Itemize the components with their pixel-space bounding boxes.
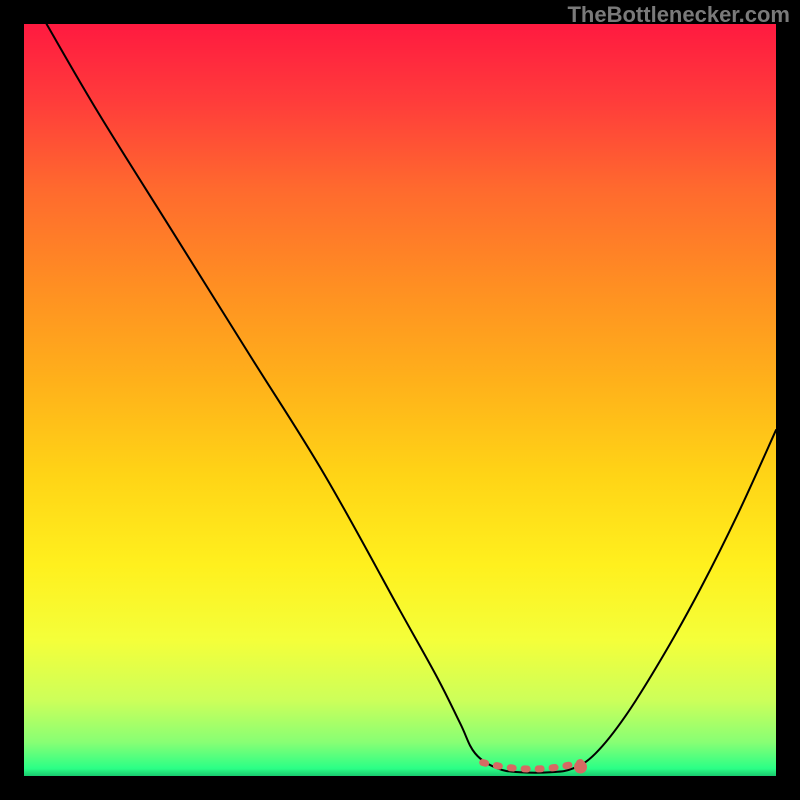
chart-plot-area [24, 24, 776, 776]
optimal-point-marker [574, 761, 587, 774]
chart-background-gradient [24, 24, 776, 776]
